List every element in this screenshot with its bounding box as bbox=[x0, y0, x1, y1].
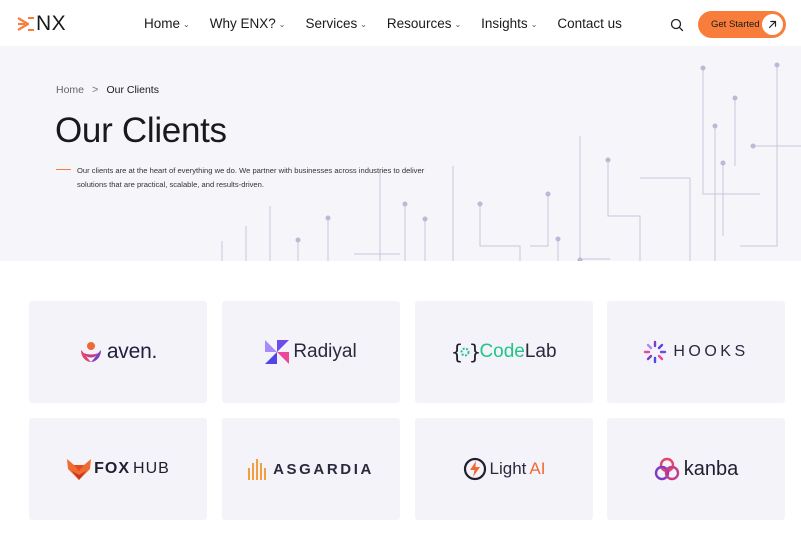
intro-text: Our clients are at the heart of everythi… bbox=[77, 166, 425, 189]
search-button[interactable] bbox=[669, 17, 685, 33]
get-started-button[interactable]: Get Started bbox=[698, 11, 786, 38]
breadcrumb: Home > Our Clients bbox=[56, 84, 159, 96]
client-card-lightai[interactable]: Light AI bbox=[415, 418, 593, 520]
enx-logo-mark-icon bbox=[17, 17, 34, 31]
hero-section: Home > Our Clients Our Clients Our clien… bbox=[0, 46, 801, 261]
client-card-hooks[interactable]: HOOKS bbox=[607, 301, 785, 403]
breadcrumb-current: Our Clients bbox=[106, 84, 159, 96]
client-card-foxhub[interactable]: FOX HUB bbox=[29, 418, 207, 520]
hooks-logo: HOOKS bbox=[643, 340, 748, 364]
fox-head-icon bbox=[67, 459, 92, 480]
foxhub-wordmark-part1: FOX bbox=[94, 460, 131, 477]
nav-label: Services bbox=[305, 16, 358, 31]
code-braces-icon: { } bbox=[451, 340, 479, 364]
radiyal-wordmark: Radiyal bbox=[293, 341, 357, 362]
chevron-down-icon: ⌄ bbox=[278, 20, 286, 29]
codelab-logo: { } Code Lab bbox=[451, 340, 556, 364]
nav-label: Why ENX? bbox=[209, 16, 276, 31]
enx-logo[interactable]: NX bbox=[17, 12, 66, 36]
foxhub-wordmark-part2: HUB bbox=[133, 460, 170, 477]
nav-contact-us[interactable]: Contact us bbox=[557, 15, 622, 33]
chevron-down-icon: ⌄ bbox=[183, 20, 190, 29]
radiyal-mark-icon bbox=[265, 340, 290, 364]
svg-text:}: } bbox=[469, 340, 479, 364]
nav-insights[interactable]: Insights ⌄ bbox=[481, 15, 537, 33]
breadcrumb-separator: > bbox=[92, 84, 99, 96]
aven-mark-icon bbox=[80, 342, 101, 362]
site-header: NX Home ⌄ Why ENX? ⌄ Services ⌄ Resource… bbox=[0, 0, 801, 48]
nav-why-enx[interactable]: Why ENX? ⌄ bbox=[210, 15, 286, 33]
arrow-up-right-icon bbox=[762, 14, 783, 35]
client-card-kanba[interactable]: kanba bbox=[607, 418, 785, 520]
lightning-icon bbox=[463, 457, 486, 481]
radiyal-logo: Radiyal bbox=[265, 340, 357, 364]
nav-label: Insights bbox=[481, 16, 528, 31]
nav-label: Contact us bbox=[557, 16, 622, 31]
nav-resources[interactable]: Resources ⌄ bbox=[387, 15, 461, 33]
foxhub-logo: FOX HUB bbox=[66, 457, 170, 481]
kanba-logo: kanba bbox=[654, 457, 739, 481]
chevron-down-icon: ⌄ bbox=[454, 20, 462, 29]
decorative-circuit-lines bbox=[221, 62, 801, 261]
client-card-aven[interactable]: aven. bbox=[29, 301, 207, 403]
search-icon bbox=[670, 18, 684, 32]
kanba-rings-icon bbox=[654, 457, 679, 481]
client-card-radiyal[interactable]: Radiyal bbox=[222, 301, 400, 403]
nav-label: Home bbox=[144, 16, 181, 31]
nav-home[interactable]: Home ⌄ bbox=[144, 15, 190, 33]
chevron-down-icon: ⌄ bbox=[530, 20, 538, 29]
asgardia-logo: ASGARDIA bbox=[248, 458, 374, 480]
lightai-logo: Light AI bbox=[463, 457, 546, 481]
codelab-wordmark-part2: Lab bbox=[524, 341, 557, 362]
breadcrumb-home-link[interactable]: Home bbox=[56, 84, 84, 96]
aven-logo: aven. bbox=[79, 340, 157, 364]
hooks-wordmark: HOOKS bbox=[673, 343, 749, 360]
intro-accent-line bbox=[56, 169, 71, 170]
main-nav: Home ⌄ Why ENX? ⌄ Services ⌄ Resources ⌄… bbox=[144, 15, 622, 33]
asgardia-bars-icon bbox=[248, 459, 267, 480]
lightai-wordmark-part1: Light bbox=[489, 459, 527, 478]
lightai-wordmark-part2: AI bbox=[529, 459, 546, 478]
hooks-starburst-icon bbox=[644, 340, 667, 364]
client-card-codelab[interactable]: { } Code Lab bbox=[415, 301, 593, 403]
page-title: Our Clients bbox=[55, 111, 227, 150]
asgardia-wordmark: ASGARDIA bbox=[273, 460, 374, 478]
logo-text: NX bbox=[36, 12, 67, 35]
kanba-wordmark: kanba bbox=[683, 457, 739, 480]
nav-services[interactable]: Services ⌄ bbox=[305, 15, 366, 33]
get-started-label: Get Started bbox=[711, 19, 760, 30]
chevron-down-icon: ⌄ bbox=[360, 20, 367, 29]
aven-wordmark: aven. bbox=[106, 340, 158, 363]
client-card-asgardia[interactable]: ASGARDIA bbox=[222, 418, 400, 520]
nav-label: Resources bbox=[386, 16, 452, 31]
codelab-wordmark-part1: Code bbox=[479, 341, 525, 362]
